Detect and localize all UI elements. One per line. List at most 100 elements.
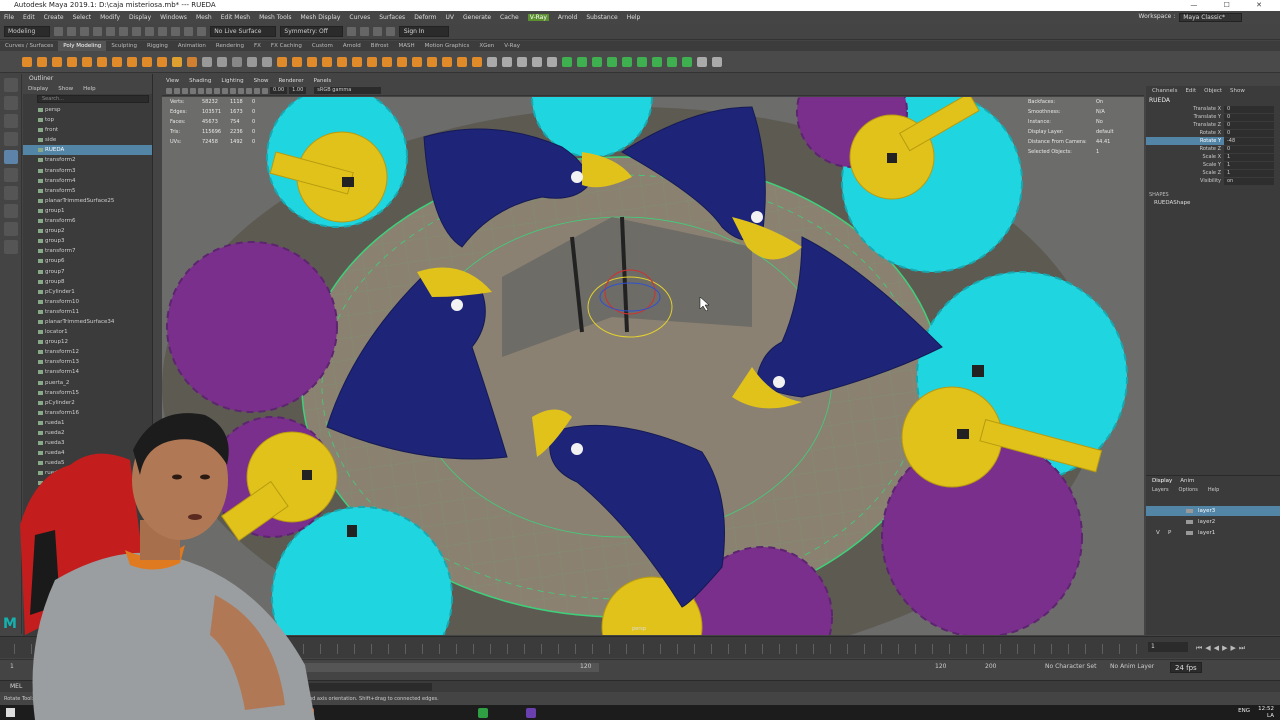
system-clock[interactable]: 12:52 LA [1258, 706, 1274, 719]
uv-editor-icon[interactable] [622, 56, 632, 67]
viewport-menu-view[interactable]: View [166, 77, 179, 86]
poly-sphere-icon[interactable] [22, 56, 32, 67]
outliner-item[interactable]: persp [23, 105, 152, 115]
menuset-dropdown[interactable]: Modeling [4, 26, 51, 37]
platonic-solid-icon[interactable] [127, 56, 137, 67]
menu-curves[interactable]: Curves [349, 14, 370, 21]
channel-attribute-value[interactable]: 1 [1224, 153, 1274, 161]
channel-attribute-row[interactable]: Scale Y1 [1146, 161, 1280, 169]
ipr-render-icon[interactable] [372, 27, 382, 36]
bevel-icon[interactable] [322, 56, 332, 67]
outliner-item[interactable]: transform14 [23, 367, 152, 377]
menu-mesh[interactable]: Mesh [196, 14, 212, 21]
outliner-item[interactable]: group1 [23, 206, 152, 216]
soften-edge-icon[interactable] [697, 56, 707, 67]
open-scene-icon[interactable] [67, 27, 77, 36]
channel-attribute-row[interactable]: Rotate X0 [1146, 129, 1280, 137]
outliner-item[interactable]: group8 [23, 277, 152, 287]
channel-attribute-value[interactable]: 0 [1224, 105, 1274, 113]
outliner-item[interactable]: group2 [23, 226, 152, 236]
outliner-item[interactable]: RUEDA [23, 145, 152, 156]
target-weld-icon[interactable] [412, 56, 422, 67]
poly-cone-icon[interactable] [67, 56, 77, 67]
language-indicator[interactable]: ENG [1238, 708, 1250, 714]
save-scene-icon[interactable] [80, 27, 90, 36]
shelf-tab-fx[interactable]: FX [249, 41, 266, 51]
channel-attribute-name[interactable]: Translate X [1146, 105, 1224, 113]
shelf-tab-mash[interactable]: MASH [393, 41, 419, 51]
chamfer-icon[interactable] [487, 56, 497, 67]
shelf-tab-poly-modeling[interactable]: Poly Modeling [58, 41, 107, 51]
select-object-icon[interactable] [132, 27, 142, 36]
lights-icon[interactable] [238, 87, 244, 94]
snap-point-icon[interactable] [184, 27, 194, 36]
cylindrical-map-icon[interactable] [577, 56, 587, 67]
channel-attribute-name[interactable]: Rotate Y [1146, 137, 1224, 145]
symmetry-dropdown[interactable]: Symmetry: Off [280, 26, 343, 37]
channel-attribute-row[interactable]: Visibility on [1146, 177, 1280, 185]
paint-select-tool-icon[interactable] [3, 114, 18, 128]
wedge-icon[interactable] [457, 56, 467, 67]
shelf-tab-rigging[interactable]: Rigging [142, 41, 173, 51]
fill-hole-icon[interactable] [352, 56, 362, 67]
multi-cut-icon[interactable] [397, 56, 407, 67]
circularize-icon[interactable] [502, 56, 512, 67]
shelf-tab-sculpting[interactable]: Sculpting [106, 41, 142, 51]
bookmark-icon[interactable] [174, 87, 180, 94]
display-layer-row[interactable]: V Player1 [1146, 528, 1280, 538]
outliner-item[interactable]: transform10 [23, 297, 152, 307]
menu-generate[interactable]: Generate [463, 14, 491, 21]
outliner-layout-icon[interactable] [3, 240, 18, 254]
channel-attribute-value[interactable]: -48 [1224, 137, 1274, 145]
exposure-field[interactable]: 0.00 [270, 87, 288, 94]
channel-attribute-name[interactable]: Scale Z [1146, 169, 1224, 177]
poly-disc-icon[interactable] [112, 56, 122, 67]
menu-mesh-tools[interactable]: Mesh Tools [259, 14, 291, 21]
shelf-tab-curves[interactable]: Curves / Surfaces [0, 41, 58, 51]
reduce-icon[interactable] [547, 56, 557, 67]
menu-select[interactable]: Select [73, 14, 92, 21]
poly-cube-icon[interactable] [37, 56, 47, 67]
anim-layer-dropdown[interactable]: No Anim Layer [1110, 663, 1154, 670]
poke-icon[interactable] [472, 56, 482, 67]
channel-attribute-value[interactable]: 0 [1224, 121, 1274, 129]
outliner-item[interactable]: group3 [23, 236, 152, 246]
channel-attribute-row[interactable]: Translate X0 [1146, 105, 1280, 113]
sew-uv-icon[interactable] [652, 56, 662, 67]
sweep-mesh-icon[interactable] [157, 56, 167, 67]
super-shape-icon[interactable] [142, 56, 152, 67]
windows-start-icon[interactable] [6, 708, 15, 717]
channel-attribute-value[interactable]: on [1224, 177, 1274, 185]
channel-attribute-name[interactable]: Rotate Z [1146, 145, 1224, 153]
poly-torus-icon[interactable] [82, 56, 92, 67]
layer-color-swatch[interactable] [1186, 531, 1193, 535]
undo-icon[interactable] [93, 27, 103, 36]
shelf-tab-custom[interactable]: Custom [307, 41, 338, 51]
textured-icon[interactable] [230, 87, 236, 94]
two-view-layout-icon[interactable] [3, 222, 18, 236]
channel-attribute-name[interactable]: Translate Z [1146, 121, 1224, 129]
poly-text-icon[interactable] [172, 56, 182, 67]
channel-attribute-row[interactable]: Translate Z0 [1146, 121, 1280, 129]
outliner-item[interactable]: pCylinder1 [23, 287, 152, 297]
obs-app-icon[interactable] [526, 708, 536, 718]
menu-cache[interactable]: Cache [500, 14, 519, 21]
layer-tab-anim[interactable]: Anim [1180, 476, 1194, 486]
menu-modify[interactable]: Modify [100, 14, 120, 21]
outliner-item[interactable]: locator1 [23, 327, 152, 337]
combine-icon[interactable] [202, 56, 212, 67]
select-tool-icon[interactable] [3, 78, 18, 92]
live-surface-dropdown[interactable]: No Live Surface [210, 26, 277, 37]
layer-color-swatch[interactable] [1186, 520, 1193, 524]
outliner-item[interactable]: transform4 [23, 176, 152, 186]
outliner-item[interactable]: transform11 [23, 307, 152, 317]
channel-attribute-name[interactable]: Scale X [1146, 153, 1224, 161]
mirror-icon[interactable] [277, 56, 287, 67]
outliner-item[interactable]: side [23, 135, 152, 145]
menu-arnold[interactable]: Arnold [558, 14, 577, 21]
resolution-gate-icon[interactable] [206, 87, 212, 94]
outliner-item[interactable]: group12 [23, 337, 152, 347]
film-gate-icon[interactable] [198, 87, 204, 94]
snap-grid-icon[interactable] [158, 27, 168, 36]
menu-uv[interactable]: UV [446, 14, 455, 21]
